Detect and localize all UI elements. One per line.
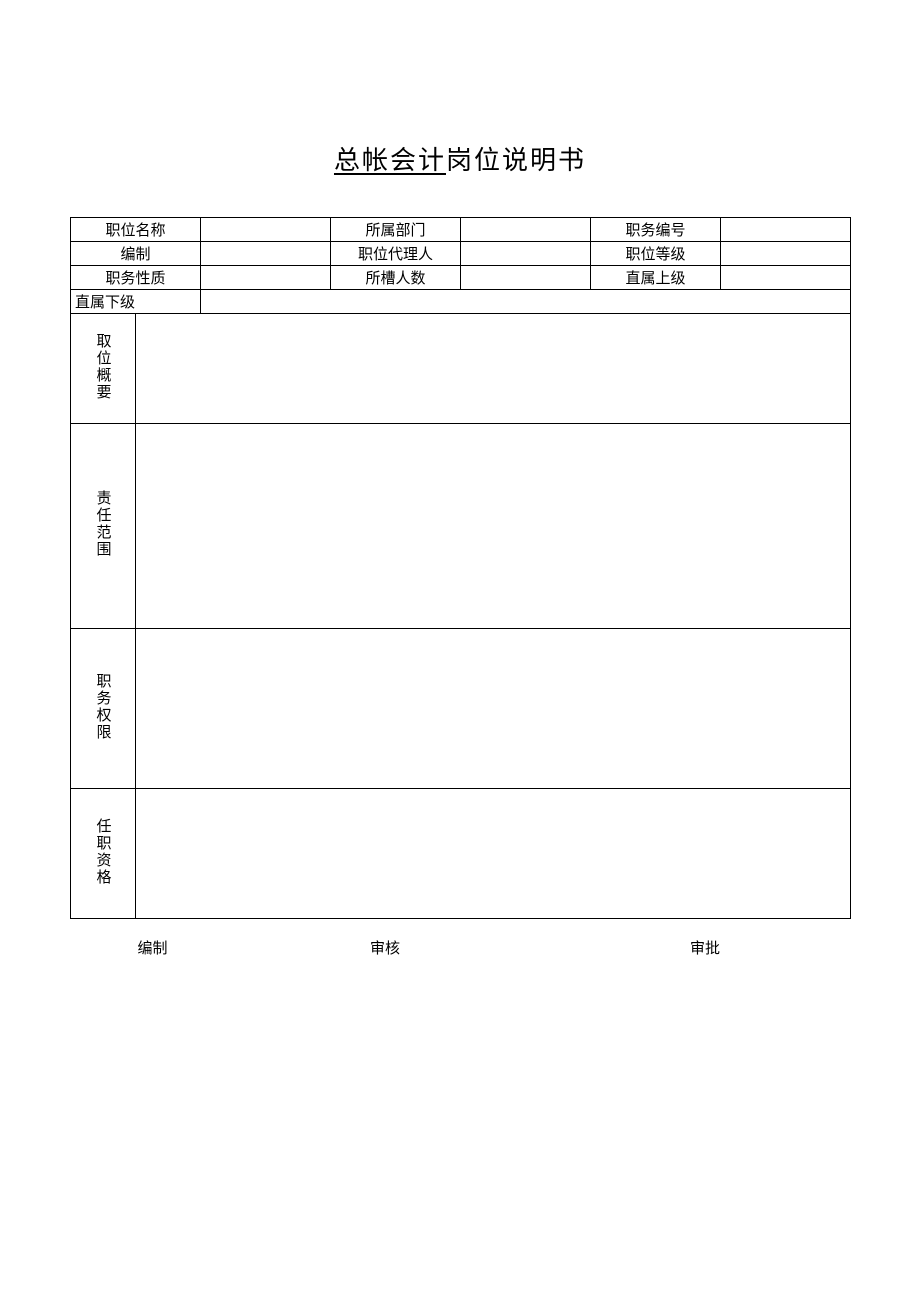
value-grade	[721, 242, 851, 266]
job-table: 职位名称 所属部门 职务编号 编制 职位代理人 职位等级 职务性质 所槽人数 直…	[70, 217, 851, 919]
value-qualification	[136, 789, 851, 919]
label-department: 所属部门	[331, 218, 461, 242]
section-scope: 责任范围	[71, 424, 851, 629]
header-row-3: 职务性质 所槽人数 直属上级	[71, 266, 851, 290]
direct-sub-row: 直属下级	[71, 290, 851, 314]
label-superior: 直属上级	[591, 266, 721, 290]
label-position-name: 职位名称	[71, 218, 201, 242]
value-deputy	[461, 242, 591, 266]
label-headcount: 所槽人数	[331, 266, 461, 290]
value-department	[461, 218, 591, 242]
footer: 编制 审核 审批	[70, 937, 850, 958]
section-authority: 职务权限	[71, 629, 851, 789]
label-direct-sub: 直属下级	[71, 290, 201, 314]
footer-prepared: 编制	[70, 937, 235, 958]
label-job-number: 职务编号	[591, 218, 721, 242]
label-qualification: 任职资格	[71, 789, 136, 919]
title-underlined: 总帐会计	[334, 145, 446, 175]
title-rest: 岗位说明书	[446, 145, 586, 175]
value-headcount	[461, 266, 591, 290]
label-scope: 责任范围	[71, 424, 136, 629]
value-superior	[721, 266, 851, 290]
document-page: 总帐会计岗位说明书 职位名称 所属部门 职务编号 编制 职位代理人 职位等级 职	[70, 140, 850, 958]
label-nature: 职务性质	[71, 266, 201, 290]
footer-reviewed: 审核	[235, 937, 535, 958]
section-summary: 取位概要	[71, 314, 851, 424]
value-position-name	[201, 218, 331, 242]
value-direct-sub	[201, 290, 851, 314]
label-summary: 取位概要	[71, 314, 136, 424]
footer-approved: 审批	[535, 937, 850, 958]
label-authority: 职务权限	[71, 629, 136, 789]
value-scope	[136, 424, 851, 629]
page-title: 总帐会计岗位说明书	[334, 140, 586, 177]
header-row-1: 职位名称 所属部门 职务编号	[71, 218, 851, 242]
value-job-number	[721, 218, 851, 242]
value-nature	[201, 266, 331, 290]
value-authority	[136, 629, 851, 789]
header-row-2: 编制 职位代理人 职位等级	[71, 242, 851, 266]
label-grade: 职位等级	[591, 242, 721, 266]
title-wrap: 总帐会计岗位说明书	[70, 140, 850, 177]
value-summary	[136, 314, 851, 424]
label-establishment: 编制	[71, 242, 201, 266]
value-establishment	[201, 242, 331, 266]
label-deputy: 职位代理人	[331, 242, 461, 266]
section-qualification: 任职资格	[71, 789, 851, 919]
